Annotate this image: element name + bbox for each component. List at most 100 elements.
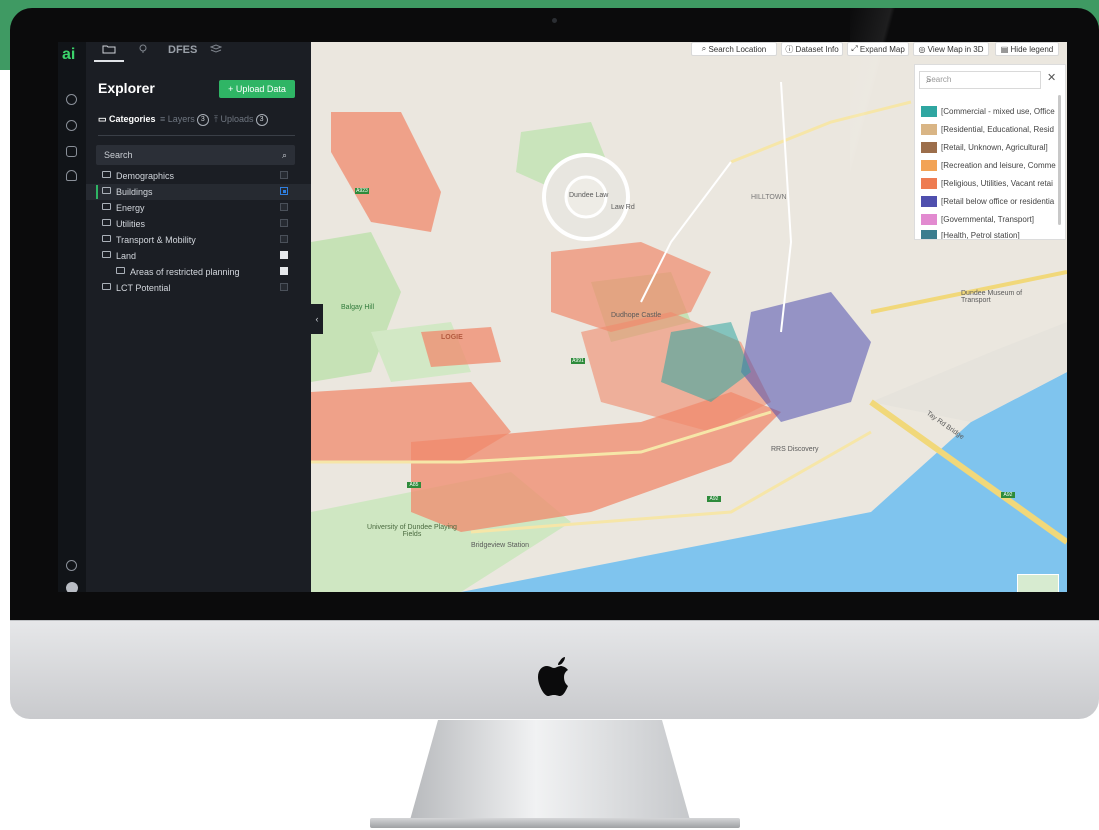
category-checkbox[interactable]: [280, 283, 288, 291]
active-tab-indicator: [94, 60, 124, 62]
road-shield: A92: [1001, 492, 1015, 498]
legend-swatch: [921, 178, 937, 189]
monitor-stand-base: [370, 818, 740, 828]
tab-dfes[interactable]: DFES: [168, 44, 197, 56]
map-label-law-rd: Law Rd: [611, 204, 635, 211]
legend-swatch: [921, 106, 937, 117]
category-checkbox[interactable]: [280, 235, 288, 243]
category-transport-mobility[interactable]: Transport & Mobility: [86, 232, 311, 248]
legend-item: [Retail below office or residentia: [921, 195, 1059, 209]
map-canvas[interactable]: ⌕ Search Location ⓘ Dataset Info ⤢ Expan…: [311, 42, 1067, 592]
category-search-input[interactable]: Search ⌕: [96, 145, 295, 165]
map-legend: Search ⌕ ✕ [Commercial - mixed use, Offi…: [914, 64, 1066, 240]
tab-ideas[interactable]: [138, 44, 148, 57]
category-lct-potential[interactable]: LCT Potential: [86, 280, 311, 296]
category-checkbox[interactable]: [280, 203, 288, 211]
legend-item: [Commercial - mixed use, Office: [921, 105, 1059, 119]
legend-item: [Health, Petrol station]: [921, 229, 1059, 239]
hide-legend-button[interactable]: ▤ Hide legend: [995, 42, 1059, 56]
map-label-dundee-law: Dundee Law: [569, 192, 609, 199]
apple-logo-icon: [538, 657, 568, 696]
category-checkbox[interactable]: [280, 251, 288, 259]
subtab-categories[interactable]: ▭ Categories: [98, 114, 156, 125]
map-label-rrs: RRS Discovery: [771, 446, 819, 453]
category-energy[interactable]: Energy: [86, 200, 311, 216]
camera-icon: [552, 18, 557, 23]
legend-item: [Religious, Utilities, Vacant retai: [921, 177, 1059, 191]
restricted-area: [421, 327, 501, 367]
button-label: View Map in 3D: [927, 44, 984, 54]
map-label-hilltown: HILLTOWN: [751, 194, 787, 201]
legend-label: [Religious, Utilities, Vacant retai: [941, 179, 1053, 188]
category-label: Transport & Mobility: [116, 235, 196, 245]
category-buildings[interactable]: Buildings: [86, 184, 311, 200]
category-demographics[interactable]: Demographics: [86, 168, 311, 184]
button-label: Hide legend: [1010, 44, 1054, 54]
tab-layers[interactable]: [209, 44, 223, 57]
main-road: [780, 81, 793, 333]
folder-icon: [102, 187, 111, 194]
map-label-museum: Dundee Museum of Transport: [961, 290, 1023, 304]
folder-icon: [102, 45, 116, 54]
category-checkbox[interactable]: [280, 219, 288, 227]
view-3d-button[interactable]: ◎ View Map in 3D: [913, 42, 989, 56]
subtab-label: Uploads: [220, 114, 254, 124]
globe-icon[interactable]: [66, 94, 77, 105]
legend-item: [Governmental, Transport]: [921, 213, 1059, 227]
category-land[interactable]: Land: [86, 248, 311, 264]
subtab-uploads[interactable]: ⤒ Uploads 3: [214, 114, 268, 126]
category-checkbox[interactable]: [280, 171, 288, 179]
tab-folder[interactable]: [102, 44, 116, 57]
folder-open-icon: [102, 251, 111, 258]
category-label: Land: [116, 251, 137, 261]
folder-icon: ▭: [98, 114, 110, 124]
search-icon: ⌕: [281, 150, 287, 160]
minimap-toggle[interactable]: [1017, 574, 1059, 592]
category-label: Demographics: [116, 171, 175, 181]
legend-swatch: [921, 214, 937, 225]
category-checkbox[interactable]: [280, 267, 288, 275]
legend-label: [Retail, Unknown, Agricultural]: [941, 143, 1048, 152]
close-icon[interactable]: ✕: [1047, 71, 1056, 84]
collapse-sidebar-button[interactable]: ‹: [311, 304, 323, 334]
search-icon: ⌕: [926, 75, 932, 85]
restricted-area: [331, 112, 441, 232]
search-placeholder: Search: [104, 150, 133, 160]
upload-data-button[interactable]: + Upload Data: [219, 80, 295, 98]
category-label: Utilities: [116, 219, 146, 229]
logout-icon[interactable]: [66, 560, 77, 571]
top-tabs: DFES: [86, 42, 311, 62]
monitor-stand: [410, 720, 690, 820]
legend-search-input[interactable]: Search ⌕: [919, 71, 1041, 89]
subtab-layers[interactable]: ≡ Layers 3: [160, 114, 209, 126]
user-icon[interactable]: [66, 170, 77, 181]
expand-map-button[interactable]: ⤢ Expand Map: [847, 42, 909, 56]
category-checkbox[interactable]: [280, 187, 288, 195]
dataset-info-button[interactable]: ⓘ Dataset Info: [781, 42, 843, 56]
button-label: Expand Map: [859, 44, 905, 54]
folder-icon: [102, 219, 111, 226]
divider: [98, 135, 295, 136]
avatar[interactable]: [66, 582, 78, 592]
map-label-balgay-hill: Balgay Hill: [341, 304, 375, 311]
category-label: Buildings: [116, 187, 153, 197]
search-location-button[interactable]: ⌕ Search Location: [691, 42, 777, 56]
app-logo[interactable]: ai: [62, 46, 75, 64]
legend-label: [Residential, Educational, Resid: [941, 125, 1054, 134]
category-utilities[interactable]: Utilities: [86, 216, 311, 232]
legend-item: [Residential, Educational, Resid: [921, 123, 1059, 137]
legend-swatch: [921, 124, 937, 135]
road-shield: A923: [355, 188, 369, 194]
subtab-label: Categories: [109, 114, 156, 124]
legend-label: [Health, Petrol station]: [941, 231, 1020, 239]
document-icon[interactable]: [66, 146, 77, 157]
legend-swatch: [921, 160, 937, 171]
category-restricted-planning[interactable]: Areas of restricted planning: [86, 264, 311, 280]
explorer-sidebar: DFES Explorer + Upload Data ▭ Categories…: [86, 42, 311, 592]
folder-icon: [102, 283, 111, 290]
road-shield: A92: [707, 496, 721, 502]
legend-scrollbar[interactable]: [1058, 95, 1061, 225]
app-screen: ai DFES Explorer + Upload Data ▭ Categor…: [58, 42, 1067, 592]
monitor-chin: [10, 620, 1099, 719]
gauge-icon[interactable]: [66, 120, 77, 131]
